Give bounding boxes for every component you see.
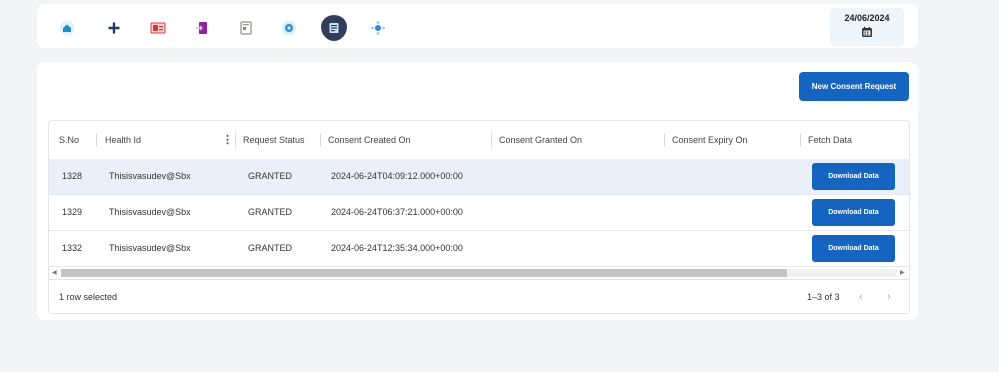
date-display[interactable]: 24/06/2024 <box>830 8 904 46</box>
cell-request-status: GRANTED <box>248 171 293 181</box>
previous-page-icon[interactable]: ‹ <box>859 280 863 313</box>
column-separator[interactable] <box>491 133 492 147</box>
table-row[interactable]: 1329 Thisisvasudev@Sbx GRANTED 2024-06-2… <box>49 195 909 231</box>
column-separator[interactable] <box>664 133 665 147</box>
table-row[interactable]: 1328 Thisisvasudev@Sbx GRANTED 2024-06-2… <box>49 159 909 195</box>
top-toolbar: 24/06/2024 <box>37 4 918 48</box>
download-data-button[interactable]: Download Data <box>812 235 895 262</box>
cell-health-id: Thisisvasudev@Sbx <box>109 243 191 253</box>
header-request-status[interactable]: Request Status <box>243 121 305 159</box>
header-sno[interactable]: S.No <box>59 121 79 159</box>
cell-request-status: GRANTED <box>248 207 293 217</box>
column-separator[interactable] <box>800 133 801 147</box>
column-separator[interactable] <box>96 133 97 147</box>
settings-gear-icon[interactable] <box>278 17 300 39</box>
header-consent-granted-on[interactable]: Consent Granted On <box>499 121 582 159</box>
cell-consent-created-on: 2024-06-24T04:09:12.000+00:00 <box>331 171 463 181</box>
next-page-icon[interactable]: › <box>887 280 891 313</box>
current-date: 24/06/2024 <box>844 13 890 23</box>
selected-rows-count: 1 row selected <box>59 292 118 302</box>
add-icon[interactable] <box>103 17 125 39</box>
cell-request-status: GRANTED <box>248 243 293 253</box>
table-row[interactable]: 1332 Thisisvasudev@Sbx GRANTED 2024-06-2… <box>49 231 909 267</box>
cell-sno: 1328 <box>62 171 83 181</box>
cell-health-id: Thisisvasudev@Sbx <box>109 171 191 181</box>
grid-footer: 1 row selected 1–3 of 3 ‹ › <box>49 279 909 313</box>
horizontal-scrollbar[interactable]: ◀ ▶ <box>49 268 909 278</box>
cell-consent-created-on: 2024-06-24T06:37:21.000+00:00 <box>331 207 463 217</box>
scroll-left-arrow-icon[interactable]: ◀ <box>52 268 57 278</box>
column-separator[interactable] <box>235 133 236 147</box>
grid-header: S.No Health Id ⋮ Request Status Consent … <box>49 121 909 160</box>
document-icon[interactable] <box>235 17 257 39</box>
cell-sno: 1332 <box>62 243 83 253</box>
header-consent-created-on[interactable]: Consent Created On <box>328 121 411 159</box>
header-fetch-data[interactable]: Fetch Data <box>808 121 852 159</box>
consent-data-grid: S.No Health Id ⋮ Request Status Consent … <box>48 120 910 314</box>
network-icon[interactable] <box>367 17 389 39</box>
download-data-button[interactable]: Download Data <box>812 163 895 190</box>
consent-card: New Consent Request S.No Health Id ⋮ Req… <box>37 62 918 320</box>
pagination-range: 1–3 of 3 <box>807 292 840 302</box>
download-data-button[interactable]: Download Data <box>812 199 895 226</box>
column-menu-icon[interactable]: ⋮ <box>222 121 233 159</box>
cell-consent-created-on: 2024-06-24T12:35:34.000+00:00 <box>331 243 463 253</box>
header-health-id[interactable]: Health Id <box>105 121 141 159</box>
home-icon[interactable] <box>56 17 78 39</box>
header-consent-expiry-on[interactable]: Consent Expiry On <box>672 121 748 159</box>
scroll-right-arrow-icon[interactable]: ▶ <box>900 268 905 278</box>
cell-health-id: Thisisvasudev@Sbx <box>109 207 191 217</box>
consent-pin-icon[interactable] <box>321 15 347 41</box>
new-consent-request-button[interactable]: New Consent Request <box>799 72 909 101</box>
id-card-icon[interactable] <box>147 17 169 39</box>
calendar-icon[interactable] <box>861 26 873 38</box>
scrollbar-thumb[interactable] <box>61 269 787 277</box>
column-separator[interactable] <box>320 133 321 147</box>
cell-sno: 1329 <box>62 207 83 217</box>
login-icon[interactable] <box>191 17 213 39</box>
